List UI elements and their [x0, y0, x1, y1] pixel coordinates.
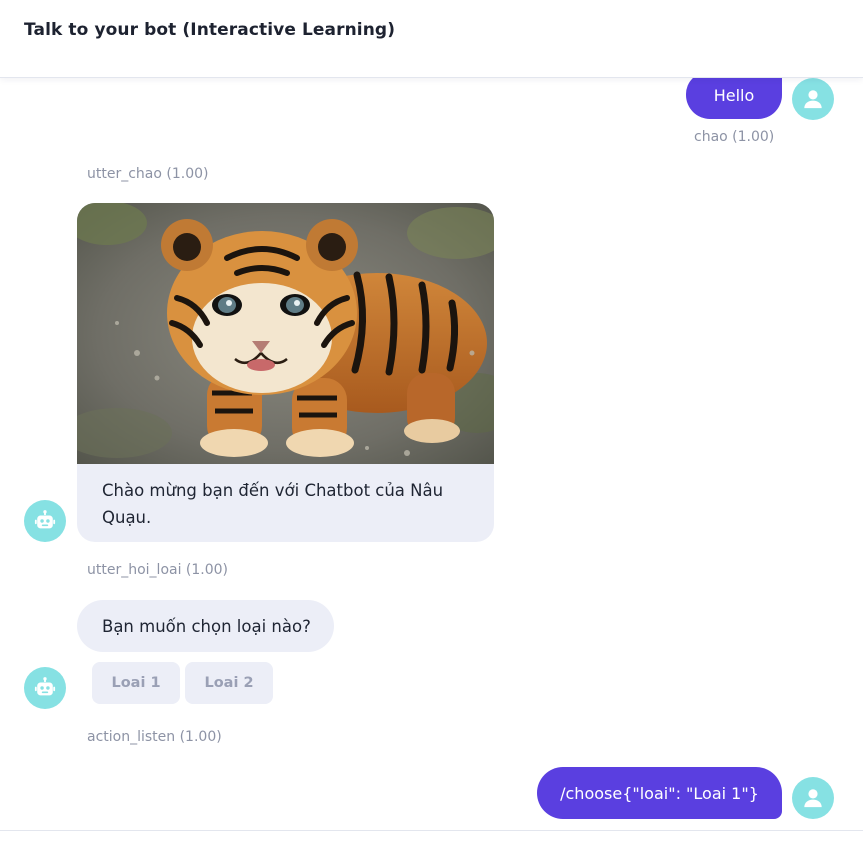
user-avatar: [792, 777, 834, 819]
user-icon: [804, 90, 822, 109]
quick-reply-button-loai-1[interactable]: Loai 1: [92, 662, 180, 704]
header: Talk to your bot (Interactive Learning): [0, 0, 863, 78]
action-label: utter_chao (1.00): [87, 166, 209, 182]
bot-message-text: Bạn muốn chọn loại nào?: [102, 616, 311, 636]
bot-avatar: [24, 500, 66, 542]
input-divider: [0, 830, 863, 831]
user-message-bubble: Hello: [686, 78, 782, 119]
bot-message-text: Chào mừng bạn đến với Chatbot của Nâu Qu…: [102, 481, 444, 527]
page-title: Talk to your bot (Interactive Learning): [24, 20, 396, 40]
bot-message-bubble: Bạn muốn chọn loại nào?: [77, 600, 334, 652]
chat-history[interactable]: Hello chao (1.00) utter_chao (1.00) Chào…: [0, 78, 863, 830]
tiger-cub-image: [77, 203, 494, 464]
quick-reply-label: Loai 2: [204, 675, 254, 691]
user-avatar: [792, 78, 834, 120]
user-message-bubble: /choose{"loai": "Loai 1"}: [537, 767, 782, 819]
quick-reply-button-loai-2[interactable]: Loai 2: [185, 662, 273, 704]
robot-icon: [34, 677, 56, 696]
bot-message-card: Chào mừng bạn đến với Chatbot của Nâu Qu…: [77, 203, 494, 542]
user-icon: [804, 789, 822, 808]
action-label: utter_hoi_loai (1.00): [87, 562, 229, 578]
action-label: action_listen (1.00): [87, 729, 222, 745]
bot-avatar: [24, 667, 66, 709]
user-message-text: Hello: [713, 86, 755, 105]
robot-icon: [34, 510, 56, 529]
quick-reply-label: Loai 1: [111, 675, 161, 691]
intent-label: chao (1.00): [694, 129, 775, 145]
user-message-text: /choose{"loai": "Loai 1"}: [560, 783, 759, 803]
